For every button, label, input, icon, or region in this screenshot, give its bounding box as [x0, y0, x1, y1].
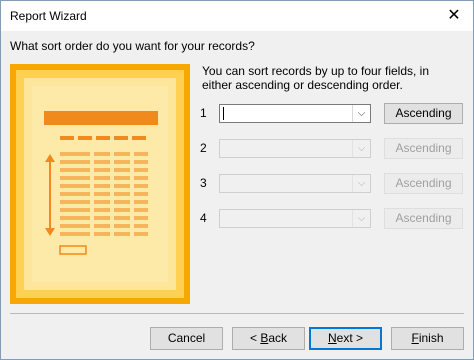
- sort-order-3-button[interactable]: Ascending: [384, 173, 463, 194]
- back-rest: ack: [268, 331, 288, 345]
- chevron-down-icon[interactable]: ⌵: [352, 175, 370, 192]
- close-icon[interactable]: ✕: [443, 5, 465, 27]
- sort-row-4-number: 4: [200, 211, 207, 225]
- report-sort-illustration: [10, 64, 190, 304]
- next-rest: ext >: [336, 331, 364, 345]
- sort-field-2-combo[interactable]: ⌵: [219, 139, 371, 158]
- finish-rest: inish: [418, 331, 444, 345]
- sort-row-3-number: 3: [200, 176, 207, 190]
- sort-field-4-combo[interactable]: ⌵: [219, 209, 371, 228]
- back-button[interactable]: < Back: [232, 327, 305, 350]
- back-prefix: <: [249, 331, 261, 345]
- sort-order-4-button[interactable]: Ascending: [384, 208, 463, 229]
- question-label: What sort order do you want for your rec…: [10, 39, 255, 53]
- sort-row-2-number: 2: [200, 141, 207, 155]
- finish-mnemonic: F: [411, 331, 419, 345]
- sort-order-2-button[interactable]: Ascending: [384, 138, 463, 159]
- footer-divider: [10, 313, 464, 314]
- cancel-button[interactable]: Cancel: [150, 327, 223, 350]
- sort-order-1-button[interactable]: Ascending: [384, 103, 463, 124]
- instructions-text: You can sort records by up to four field…: [202, 64, 430, 92]
- sort-field-3-combo[interactable]: ⌵: [219, 174, 371, 193]
- chevron-down-icon[interactable]: ⌵: [352, 105, 370, 122]
- sort-field-1-combo[interactable]: ⌵: [219, 104, 371, 123]
- title-bar: Report Wizard ✕: [1, 1, 473, 31]
- next-mnemonic: N: [327, 331, 337, 345]
- report-wizard-dialog: Report Wizard ✕ What sort order do you w…: [0, 0, 474, 360]
- finish-button[interactable]: Finish: [391, 327, 464, 350]
- sort-row-1-number: 1: [200, 106, 207, 120]
- next-button[interactable]: Next >: [309, 327, 382, 350]
- chevron-down-icon[interactable]: ⌵: [352, 210, 370, 227]
- window-title: Report Wizard: [10, 9, 87, 23]
- text-caret: [223, 107, 224, 120]
- chevron-down-icon[interactable]: ⌵: [352, 140, 370, 157]
